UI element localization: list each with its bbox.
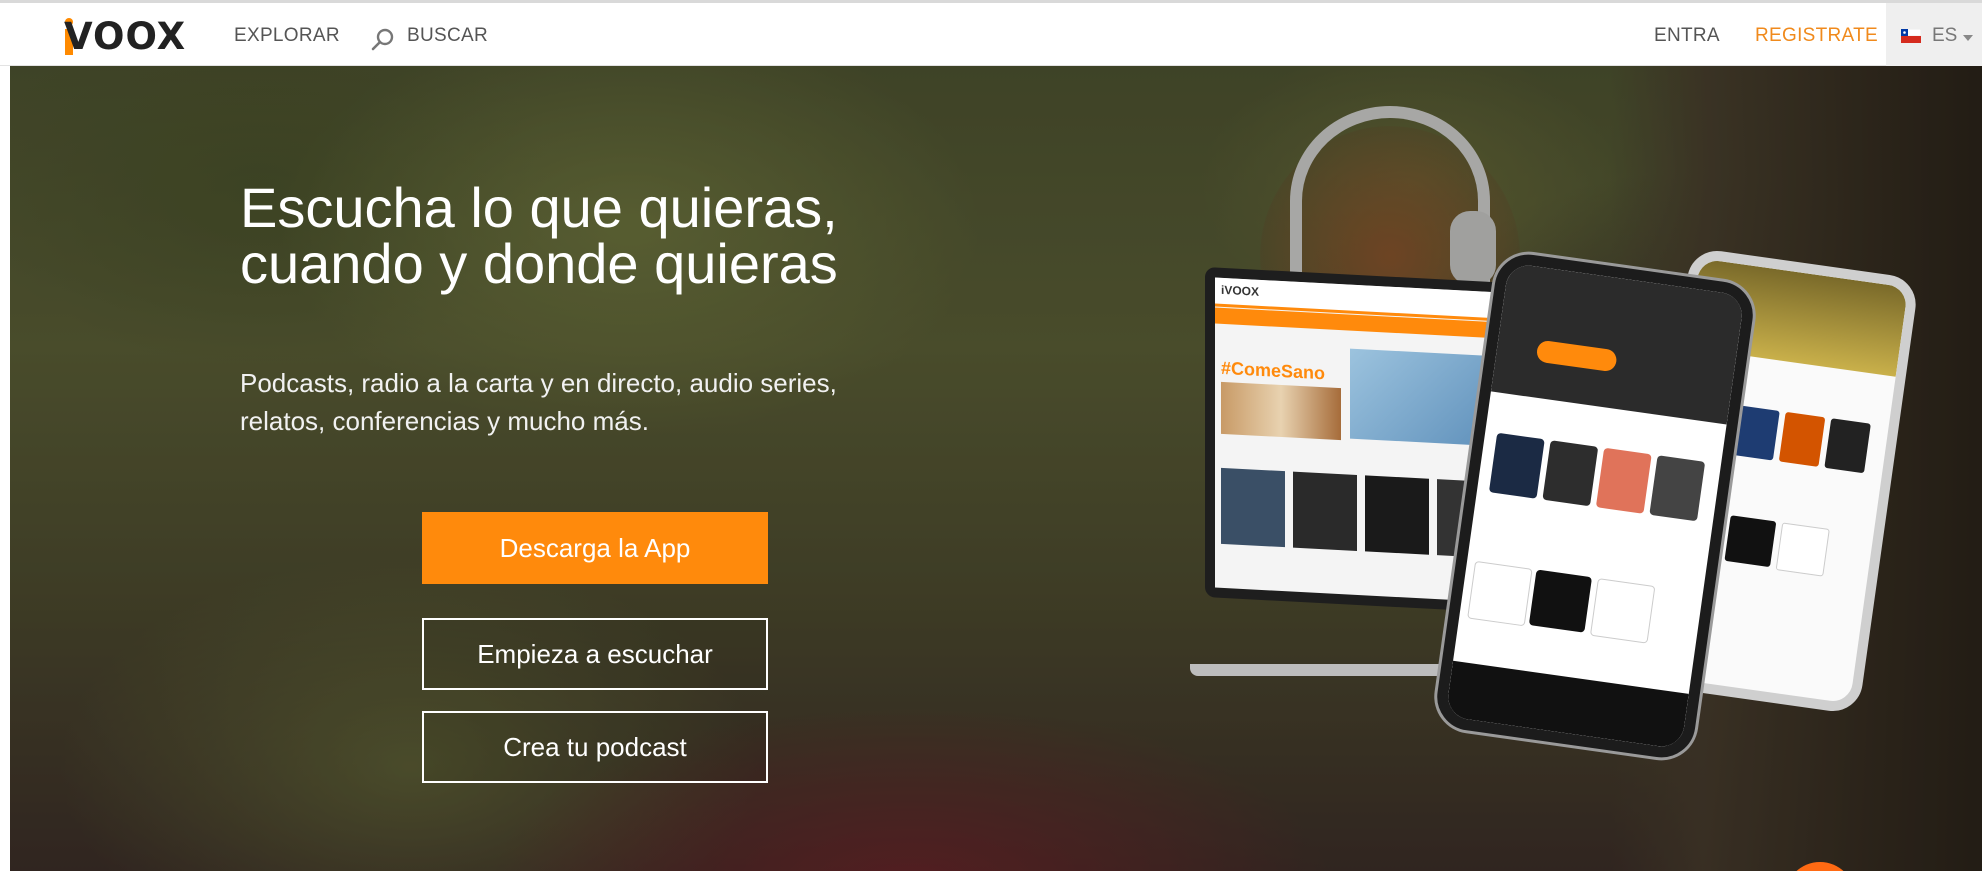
hero-subtitle-line-1: Podcasts, radio a la carta y en directo,… [240,368,837,398]
hero-subtitle-line-2: relatos, conferencias y mucho más. [240,406,649,436]
phone-back-tile [1733,405,1780,461]
laptop-screen-food-image [1221,381,1341,441]
laptop-podcast-cover [1365,475,1429,555]
download-app-button[interactable]: Descarga la App [422,512,768,584]
register-link[interactable]: REGISTRATE [1755,25,1878,47]
logo-text: VOOX [64,15,187,58]
phone-podcast-card [1649,455,1706,522]
phone-back-tile [1778,411,1826,467]
top-navigation-bar: VOOX EXPLORAR BUSCAR ENTRA REGISTRATE ES [0,0,1982,66]
hero-section: Escucha lo que quieras, cuando y donde q… [10,66,1982,871]
laptop-podcast-cover [1293,471,1357,551]
language-selector[interactable]: ES [1886,3,1982,66]
phone-back-tile [1824,418,1871,474]
chevron-down-icon [1963,35,1973,41]
start-listening-button[interactable]: Empieza a escuchar [422,618,768,690]
nav-search-link[interactable]: BUSCAR [407,25,488,47]
nav-explore-link[interactable]: EXPLORAR [234,25,340,47]
hero-title-line-2: cuando y donde quieras [240,232,838,295]
laptop-screen-logo: iVOOX [1221,282,1260,299]
create-podcast-button[interactable]: Crea tu podcast [422,711,768,783]
search-icon[interactable] [370,27,396,53]
login-link[interactable]: ENTRA [1654,25,1720,47]
phone-radio-logo [1528,569,1593,633]
phone-podcast-card [1488,432,1545,499]
laptop-podcast-cover [1221,467,1285,548]
language-label: ES [1932,25,1958,46]
hero-subtitle: Podcasts, radio a la carta y en directo,… [240,364,940,440]
hero-title: Escucha lo que quieras, cuando y donde q… [240,180,1000,292]
phone-radio-logo [1467,560,1533,627]
hero-title-line-1: Escucha lo que quieras, [240,176,838,239]
laptop-screen-hashtag: #ComeSano [1221,357,1326,384]
phone-podcast-card [1542,440,1599,507]
phone-radio-logo [1589,578,1656,644]
phone-podcast-card [1595,447,1652,514]
chile-flag-icon [1901,29,1921,43]
phone-back-radio-logo [1775,522,1830,577]
phone-back-radio-logo [1724,515,1777,568]
phone-front-header [1490,262,1745,425]
